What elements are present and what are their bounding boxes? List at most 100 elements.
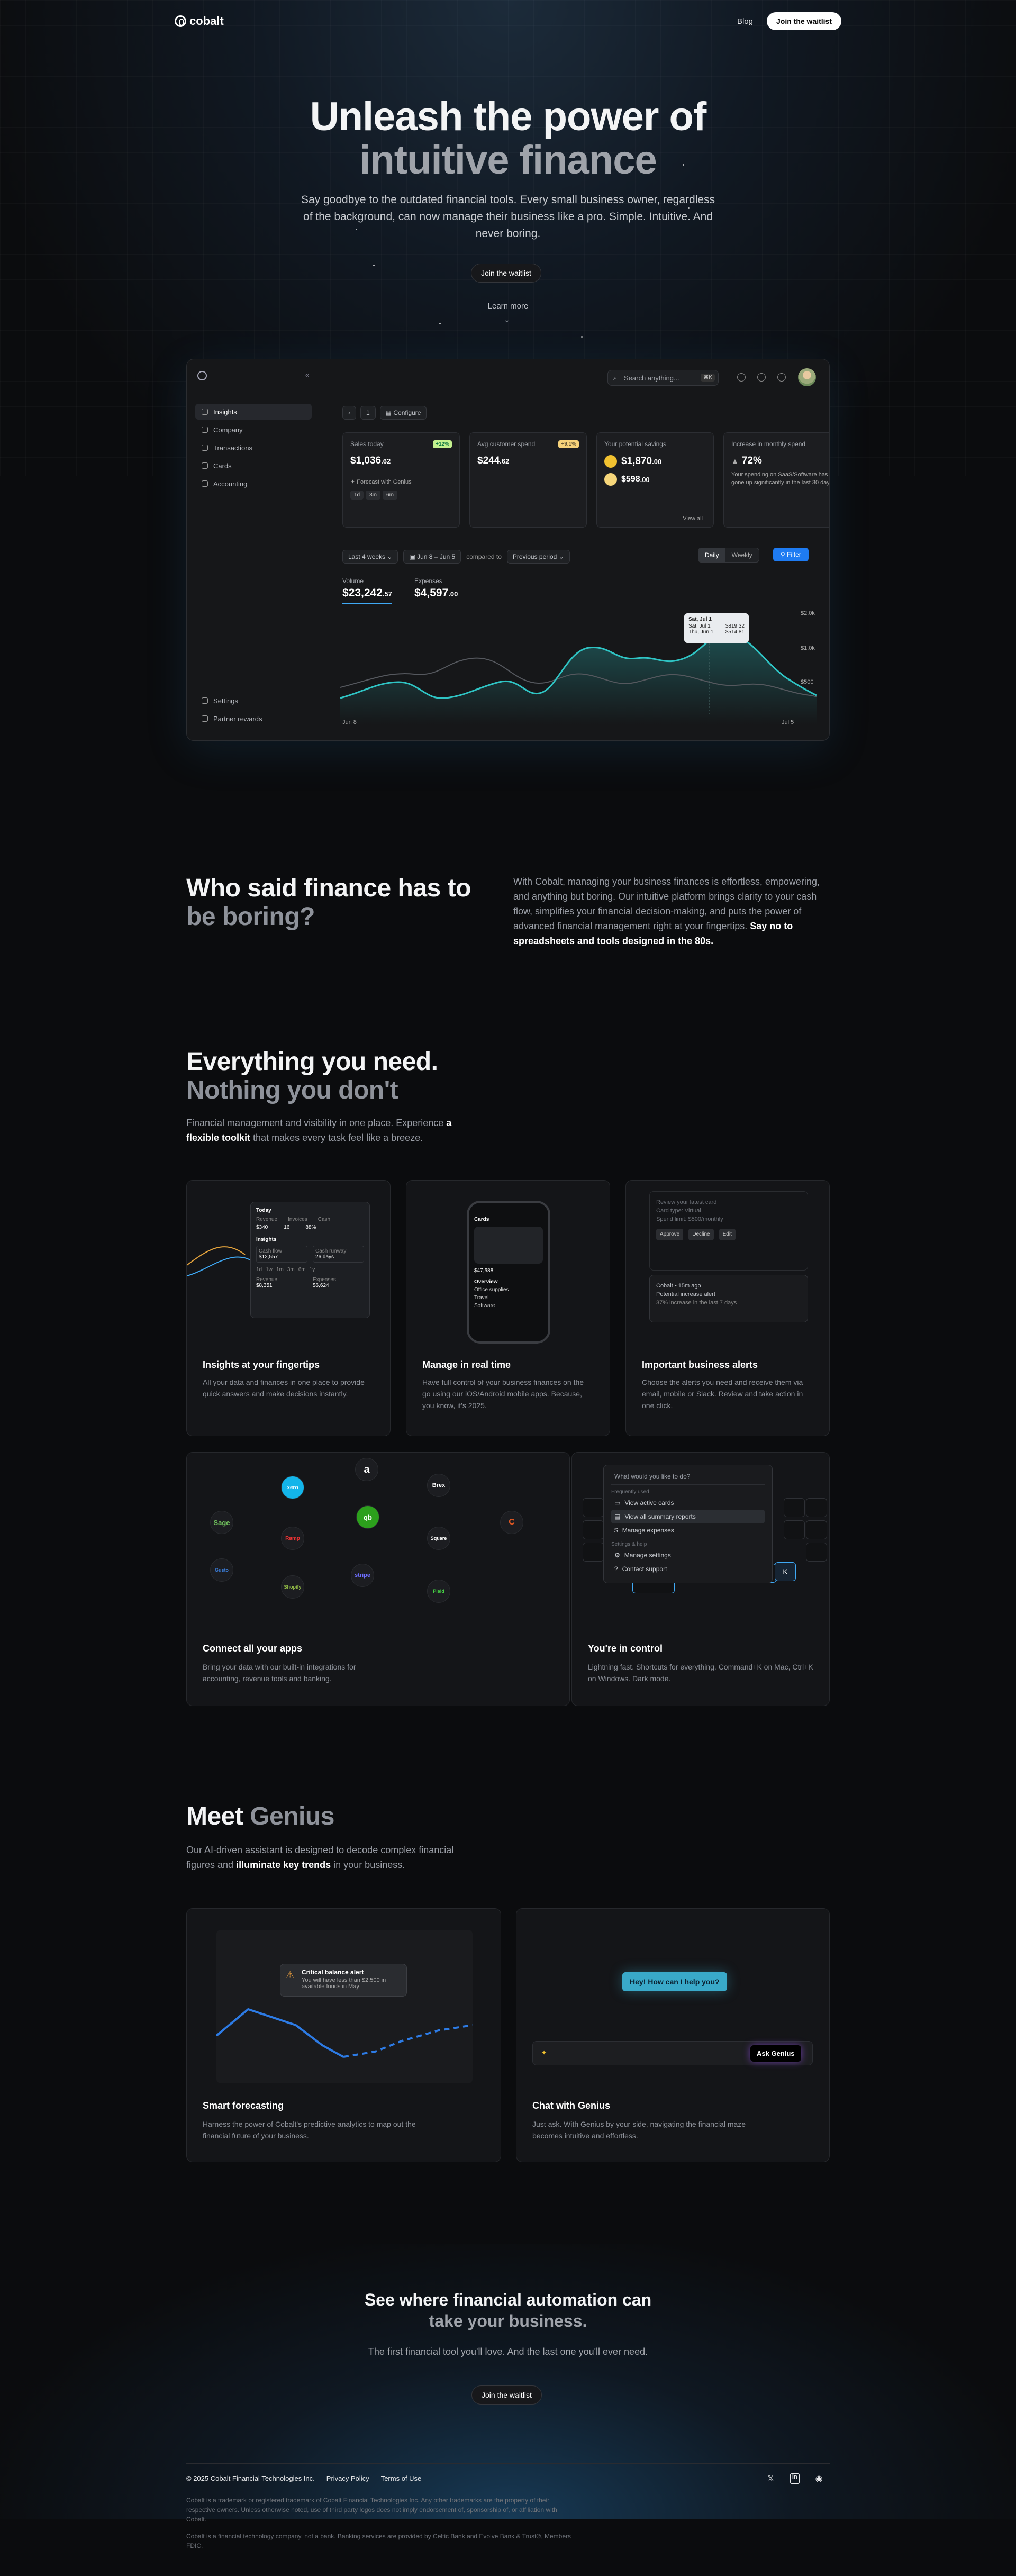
feature-card-alerts[interactable]: Review your latest card Card type: Virtu…: [625, 1180, 830, 1436]
volume-metric[interactable]: Volume $23,242.57: [342, 577, 392, 604]
dashboard-preview: « Insights Company Transactions Cards Ac…: [186, 359, 830, 741]
forecast-link[interactable]: ✦ Forecast with Genius: [350, 478, 452, 485]
phone-row: Software: [474, 1303, 495, 1309]
range-chip[interactable]: 1d: [350, 491, 364, 500]
edit-button[interactable]: Edit: [719, 1229, 736, 1240]
insights-icon: [202, 409, 208, 415]
view-all-link[interactable]: View all: [683, 515, 703, 522]
page-selector[interactable]: 1: [360, 406, 376, 420]
phone-title: Cards: [474, 1217, 489, 1222]
sales-today-card[interactable]: Sales today +12% $1,036.62 ✦ Forecast wi…: [342, 432, 460, 528]
gear-icon: ⚙: [614, 1552, 620, 1559]
command-input[interactable]: What would you like to do?: [611, 1471, 765, 1485]
shopify-logo-icon: Shopify: [281, 1575, 304, 1599]
alert-line: Spend limit: $500/monthly: [656, 1216, 723, 1222]
automation-waitlist-button[interactable]: Join the waitlist: [471, 2385, 542, 2405]
transactions-icon: [202, 445, 208, 451]
insights-col-label: Revenue: [256, 1217, 278, 1222]
genius-card-chat[interactable]: Hey! How can I help you? ✦ Ask Genius Ch…: [516, 1908, 830, 2162]
chevron-down-icon: ⌄: [504, 315, 510, 324]
terms-link[interactable]: Terms of Use: [381, 2474, 422, 2482]
feature-title: Manage in real time: [422, 1359, 511, 1370]
command-group-label: Settings & help: [611, 1541, 647, 1547]
github-icon[interactable]: ◉: [815, 2473, 823, 2484]
metric-label: Volume: [342, 577, 364, 585]
insights-col-value: $340: [256, 1224, 268, 1230]
back-button[interactable]: ‹: [342, 406, 356, 420]
feature-title: Connect all your apps: [203, 1643, 303, 1654]
sidebar-item-company[interactable]: Company: [195, 422, 312, 438]
automation-title: See where financial automation can take …: [0, 2289, 1016, 2332]
tooltip-value: $819.32: [725, 623, 745, 629]
feature-card-mobile[interactable]: Cards $47,588 Overview Office supplies T…: [406, 1180, 610, 1436]
toggle-daily[interactable]: Daily: [698, 548, 725, 562]
date-select[interactable]: ▣ Jun 8 – Jun 5: [403, 550, 461, 564]
bell-icon[interactable]: [757, 373, 766, 382]
nav-blog-link[interactable]: Blog: [737, 17, 753, 26]
privacy-link[interactable]: Privacy Policy: [326, 2474, 369, 2482]
nav-waitlist-button[interactable]: Join the waitlist: [766, 12, 841, 30]
feature-description: Have full control of your business finan…: [422, 1378, 584, 1410]
compare-label: Previous period: [512, 553, 557, 560]
avatar[interactable]: [798, 368, 816, 386]
genius-card-forecasting[interactable]: ⚠ Critical balance alert You will have l…: [186, 1908, 501, 2162]
hero-waitlist-button[interactable]: Join the waitlist: [471, 264, 541, 283]
help-icon[interactable]: [737, 373, 746, 382]
range-select[interactable]: Last 4 weeks ⌄: [342, 550, 398, 564]
filter-button[interactable]: ⚲ Filter: [773, 548, 809, 561]
approve-button[interactable]: Approve: [656, 1229, 684, 1240]
feature-description: Just ask. With Genius by your side, navi…: [532, 2120, 746, 2140]
phone-card-preview: [474, 1227, 543, 1264]
configure-button[interactable]: ▦ Configure: [379, 406, 427, 420]
tooltip-label: Thu, Jun 1: [688, 629, 714, 635]
chevron-down-icon: ⌄: [558, 553, 564, 560]
sidebar-item-settings[interactable]: Settings: [195, 693, 312, 709]
everything-title-line1: Everything you need.: [186, 1048, 438, 1076]
range-chip[interactable]: 3m: [366, 491, 381, 500]
feature-card-integrations[interactable]: Sage stripe qb a Brex Square xero Ramp S…: [186, 1452, 570, 1706]
avg-spend-card[interactable]: Avg customer spend +9.1% $244.62: [469, 432, 587, 528]
phone-overview: Overview: [474, 1279, 498, 1285]
y-tick-label: $1.0k: [801, 645, 815, 651]
monthly-spend-card[interactable]: Increase in monthly spend ▲ 72% Your spen…: [723, 432, 829, 528]
sidebar-item-insights[interactable]: Insights: [195, 404, 312, 420]
insights-tile-value: $6,624: [313, 1283, 329, 1289]
savings-card[interactable]: Your potential savings $1,870.00 $598.00…: [596, 432, 714, 528]
command-item[interactable]: $ Manage expenses: [611, 1523, 765, 1537]
compare-select[interactable]: Previous period ⌄: [506, 550, 570, 564]
ask-genius-button[interactable]: Ask Genius: [750, 2045, 801, 2062]
range-chip[interactable]: 6m: [383, 491, 397, 500]
command-item-selected[interactable]: ▤ View all summary reports: [611, 1510, 765, 1523]
chart-tooltip: Sat, Jul 1 Sat, Jul 1 $819.32 Thu, Jun 1 $…: [684, 613, 749, 643]
sidebar-item-transactions[interactable]: Transactions: [195, 440, 312, 456]
settings-icon[interactable]: [777, 373, 786, 382]
brand-logo[interactable]: cobalt: [175, 14, 224, 28]
dashboard-search-input[interactable]: ⌕ Search anything... ⌘K: [607, 370, 719, 386]
hero-title-line1: Unleash the power of: [310, 94, 707, 139]
decline-button[interactable]: Decline: [688, 1229, 714, 1240]
toggle-weekly[interactable]: Weekly: [725, 548, 759, 562]
x-twitter-icon[interactable]: 𝕏: [767, 2473, 774, 2484]
range-chip: 6m: [298, 1267, 306, 1273]
command-item[interactable]: ▭ View active cards: [611, 1496, 765, 1510]
sidebar-item-cards[interactable]: Cards: [195, 458, 312, 474]
savings-cents-1: .00: [652, 457, 662, 466]
command-item-label: View active cards: [624, 1499, 674, 1507]
expenses-metric[interactable]: Expenses $4,597.00: [414, 577, 458, 600]
dates-label: Jun 8 – Jun 5: [417, 553, 456, 560]
command-item[interactable]: ⚙ Manage settings: [611, 1548, 765, 1562]
keyboard-key: [806, 1498, 827, 1517]
linkedin-icon[interactable]: in: [790, 2473, 800, 2484]
feature-card-insights[interactable]: Today Revenue Invoices Cash $340 16 88% Insi…: [186, 1180, 391, 1436]
search-shortcut: ⌘K: [701, 374, 715, 382]
learn-more-link[interactable]: Learn more: [0, 302, 1016, 311]
sidebar-collapse-icon[interactable]: «: [305, 371, 309, 379]
sidebar-item-accounting[interactable]: Accounting: [195, 476, 312, 492]
sidebar-item-partner-rewards[interactable]: Partner rewards: [195, 711, 312, 727]
boring-title: Who said finance has to be boring?: [186, 874, 514, 931]
gusto-logo-icon: Gusto: [210, 1558, 233, 1582]
insights-tile-value: $8,351: [256, 1283, 273, 1289]
feature-title: You're in control: [588, 1643, 663, 1654]
command-item[interactable]: ? Contact support: [611, 1562, 765, 1576]
feature-title: Important business alerts: [642, 1359, 758, 1370]
